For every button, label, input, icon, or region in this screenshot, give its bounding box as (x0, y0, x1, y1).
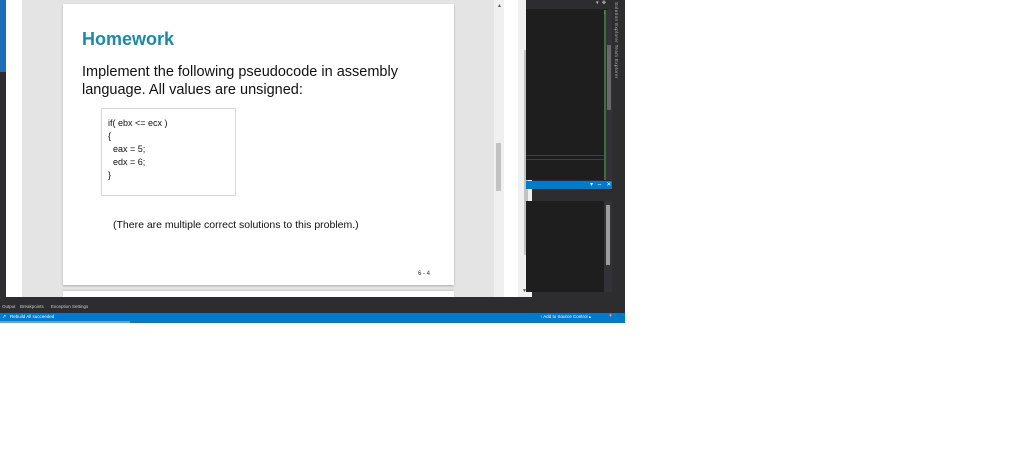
right-bottom-panel (526, 201, 606, 292)
notification-bell-icon[interactable]: ♦ (609, 313, 612, 319)
status-icon: ↗ (2, 314, 7, 320)
panel-controls[interactable]: ▾ ⇔ ✕ (590, 181, 612, 189)
code-box: if( ebx <= ecx ) { eax = 5; edx = 6; } (101, 108, 236, 196)
code-line: if( ebx <= ecx ) (108, 118, 168, 128)
panel-controls-top[interactable]: ▾ ✥ (596, 0, 607, 6)
collapse-icon[interactable]: ⁝ (604, 10, 606, 16)
side-tab-labels[interactable]: Solution Explorer Team Explorer (614, 2, 619, 79)
next-page-edge (63, 291, 454, 297)
right-top-scrollbar-thumb[interactable] (607, 45, 611, 110)
slide-note: (There are multiple correct solutions to… (113, 219, 359, 231)
page-number: 6 - 4 (418, 271, 431, 277)
code-line: eax = 5; (108, 144, 146, 154)
status-progress (0, 321, 130, 323)
tab-breakpoints[interactable]: Breakpoints (20, 304, 44, 309)
code-line: edx = 6; (108, 157, 146, 167)
right-bottom-scrollbar-thumb[interactable] (606, 205, 610, 265)
code-line: } (108, 170, 112, 180)
screen: Homework Implement the following pseudoc… (0, 0, 625, 323)
slide-title: Homework (82, 29, 175, 49)
tab-output[interactable]: Output (2, 304, 16, 309)
inner-scrollbar-thumb[interactable] (496, 143, 501, 191)
add-to-source-control-button[interactable]: ↑ Add to Source Control ▴ (540, 314, 591, 320)
panel-divider (526, 155, 604, 160)
slide-instructions: Implement the following pseudocode in as… (82, 64, 398, 98)
bottom-tab-strip (0, 302, 625, 313)
slide-page: Homework Implement the following pseudoc… (63, 4, 454, 285)
right-top-panel (526, 0, 608, 180)
status-text: Rebuild All succeeded (10, 314, 55, 319)
code-line: { (108, 131, 112, 141)
document-viewer[interactable]: Homework Implement the following pseudoc… (6, 0, 532, 297)
scroll-up-arrow-icon[interactable]: ▲ (497, 3, 502, 9)
tab-exception-settings[interactable]: Exception Settings (51, 304, 88, 309)
